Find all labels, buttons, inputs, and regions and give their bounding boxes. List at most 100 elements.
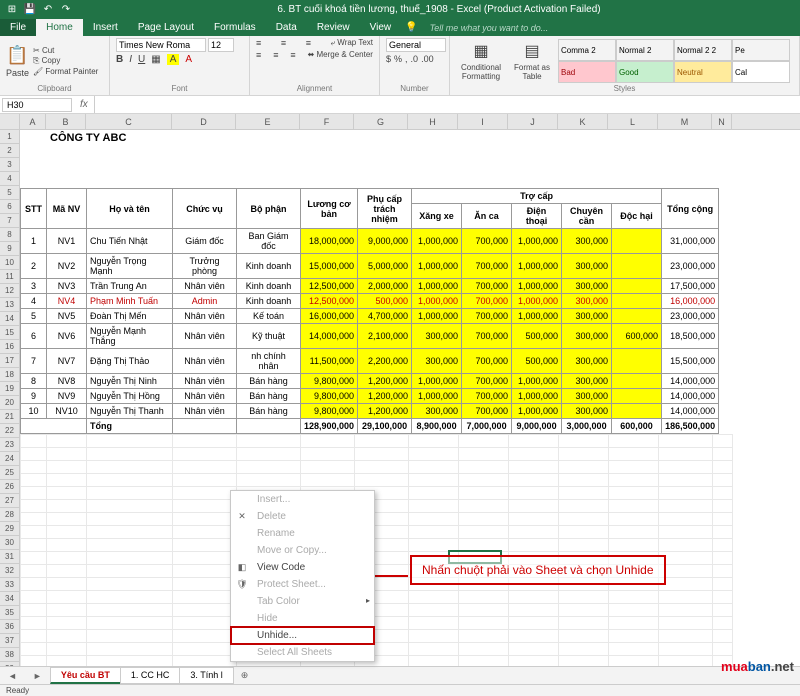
- row-header-23[interactable]: 23: [0, 438, 20, 452]
- row-header-8[interactable]: 8: [0, 228, 20, 242]
- col-header-C[interactable]: C: [86, 114, 172, 129]
- row-header-32[interactable]: 32: [0, 564, 20, 578]
- tab-file[interactable]: File: [0, 19, 36, 36]
- col-header-D[interactable]: D: [172, 114, 236, 129]
- row-header-36[interactable]: 36: [0, 620, 20, 634]
- align-left-icon[interactable]: ≡: [256, 50, 261, 60]
- row-header-34[interactable]: 34: [0, 592, 20, 606]
- font-color-button[interactable]: A: [185, 54, 192, 65]
- row-header-26[interactable]: 26: [0, 480, 20, 494]
- sheet-nav-prev[interactable]: ◄: [0, 671, 25, 681]
- undo-icon[interactable]: ↶: [42, 3, 54, 15]
- row-header-16[interactable]: 16: [0, 340, 20, 354]
- row-header-20[interactable]: 20: [0, 396, 20, 410]
- row-header-18[interactable]: 18: [0, 368, 20, 382]
- new-sheet-button[interactable]: ⊕: [233, 670, 257, 681]
- sheet-context-menu[interactable]: Insert...✕DeleteRenameMove or Copy...◧Vi…: [230, 490, 375, 662]
- row-header-24[interactable]: 24: [0, 452, 20, 466]
- redo-icon[interactable]: ↷: [60, 3, 72, 15]
- tab-page-layout[interactable]: Page Layout: [128, 19, 204, 36]
- cell-style[interactable]: Cal: [732, 61, 790, 83]
- conditional-formatting-button[interactable]: ▦ Conditional Formatting: [456, 41, 506, 81]
- row-header-17[interactable]: 17: [0, 354, 20, 368]
- sheet-nav-next[interactable]: ►: [25, 671, 50, 681]
- row-header-5[interactable]: 5: [0, 186, 20, 200]
- row-header-6[interactable]: 6: [0, 200, 20, 214]
- row-header-3[interactable]: 3: [0, 158, 20, 172]
- tell-me[interactable]: Tell me what you want to do...: [422, 20, 557, 36]
- formula-input[interactable]: [94, 96, 800, 113]
- bold-button[interactable]: B: [116, 54, 123, 65]
- cell-styles-gallery[interactable]: Comma 2BadNormal 2GoodNormal 2 2NeutralP…: [558, 39, 790, 83]
- fill-color-button[interactable]: A: [167, 54, 180, 65]
- cell-style[interactable]: Neutral: [674, 61, 732, 83]
- fx-icon[interactable]: fx: [74, 99, 94, 110]
- row-header-30[interactable]: 30: [0, 536, 20, 550]
- align-middle-icon[interactable]: ≡: [281, 38, 286, 48]
- col-header-F[interactable]: F: [300, 114, 354, 129]
- row-header-28[interactable]: 28: [0, 508, 20, 522]
- sheet-tab[interactable]: Yêu cầu BT: [50, 667, 121, 684]
- number-format-select[interactable]: [386, 38, 446, 52]
- col-header-J[interactable]: J: [508, 114, 558, 129]
- menu-item-unhide-[interactable]: Unhide...: [231, 627, 374, 644]
- align-top-icon[interactable]: ≡: [256, 38, 261, 48]
- col-header-M[interactable]: M: [658, 114, 712, 129]
- tab-view[interactable]: View: [360, 19, 402, 36]
- row-header-31[interactable]: 31: [0, 550, 20, 564]
- underline-button[interactable]: U: [138, 54, 145, 65]
- cell-style[interactable]: Comma 2: [558, 39, 616, 61]
- italic-button[interactable]: I: [129, 54, 132, 65]
- row-header-7[interactable]: 7: [0, 214, 20, 228]
- col-header-E[interactable]: E: [236, 114, 300, 129]
- row-header-25[interactable]: 25: [0, 466, 20, 480]
- increase-decimal-icon[interactable]: .0: [411, 54, 419, 64]
- col-header-N[interactable]: N: [712, 114, 732, 129]
- cell-style[interactable]: Pe: [732, 39, 790, 61]
- cell-style[interactable]: Normal 2: [616, 39, 674, 61]
- format-as-table-button[interactable]: ▤ Format as Table: [510, 41, 554, 81]
- name-box[interactable]: [2, 98, 72, 112]
- row-header-2[interactable]: 2: [0, 144, 20, 158]
- font-size-select[interactable]: [208, 38, 234, 52]
- row-header-37[interactable]: 37: [0, 634, 20, 648]
- font-name-select[interactable]: [116, 38, 206, 52]
- col-header-H[interactable]: H: [408, 114, 458, 129]
- row-header-11[interactable]: 11: [0, 270, 20, 284]
- border-button[interactable]: ▦: [151, 54, 160, 65]
- row-header-4[interactable]: 4: [0, 172, 20, 186]
- col-header-L[interactable]: L: [608, 114, 658, 129]
- cell-style[interactable]: Normal 2 2: [674, 39, 732, 61]
- copy-button[interactable]: ⎘ Copy: [33, 56, 98, 66]
- cell-style[interactable]: Bad: [558, 61, 616, 83]
- row-header-13[interactable]: 13: [0, 298, 20, 312]
- row-header-29[interactable]: 29: [0, 522, 20, 536]
- paste-button[interactable]: 📋 Paste: [6, 45, 29, 78]
- comma-icon[interactable]: ,: [405, 54, 408, 64]
- worksheet-grid[interactable]: ABCDEFGHIJKLMN 1234567891011121314151617…: [0, 114, 800, 686]
- merge-center-button[interactable]: ⬌ Merge & Center: [308, 50, 373, 60]
- select-all-corner[interactable]: [0, 114, 20, 129]
- row-header-27[interactable]: 27: [0, 494, 20, 508]
- row-header-10[interactable]: 10: [0, 256, 20, 270]
- row-header-15[interactable]: 15: [0, 326, 20, 340]
- col-header-A[interactable]: A: [20, 114, 46, 129]
- cut-button[interactable]: ✂ Cut: [33, 46, 98, 55]
- row-header-35[interactable]: 35: [0, 606, 20, 620]
- col-header-K[interactable]: K: [558, 114, 608, 129]
- row-header-21[interactable]: 21: [0, 410, 20, 424]
- wrap-text-button[interactable]: ⤶ Wrap Text: [331, 38, 373, 48]
- row-header-9[interactable]: 9: [0, 242, 20, 256]
- align-center-icon[interactable]: ≡: [273, 50, 278, 60]
- col-header-I[interactable]: I: [458, 114, 508, 129]
- col-header-B[interactable]: B: [46, 114, 86, 129]
- menu-item-view-code[interactable]: ◧View Code: [231, 559, 374, 576]
- align-bottom-icon[interactable]: ≡: [306, 38, 311, 48]
- row-header-22[interactable]: 22: [0, 424, 20, 438]
- tab-insert[interactable]: Insert: [83, 19, 128, 36]
- sheet-tab[interactable]: 3. Tính l: [179, 667, 233, 684]
- tab-home[interactable]: Home: [36, 19, 83, 36]
- tab-data[interactable]: Data: [266, 19, 307, 36]
- row-header-33[interactable]: 33: [0, 578, 20, 592]
- row-header-12[interactable]: 12: [0, 284, 20, 298]
